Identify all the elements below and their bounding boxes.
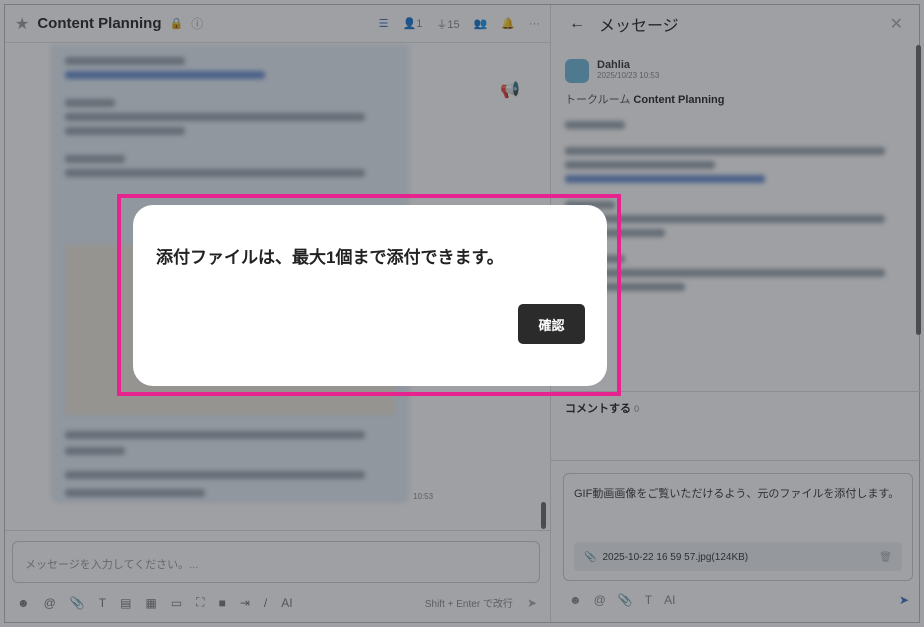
alert-dialog: 添付ファイルは、最大1個まで添付できます。 確認 [133, 205, 607, 386]
confirm-button[interactable]: 確認 [518, 304, 585, 344]
dialog-message: 添付ファイルは、最大1個まで添付できます。 [156, 248, 504, 267]
